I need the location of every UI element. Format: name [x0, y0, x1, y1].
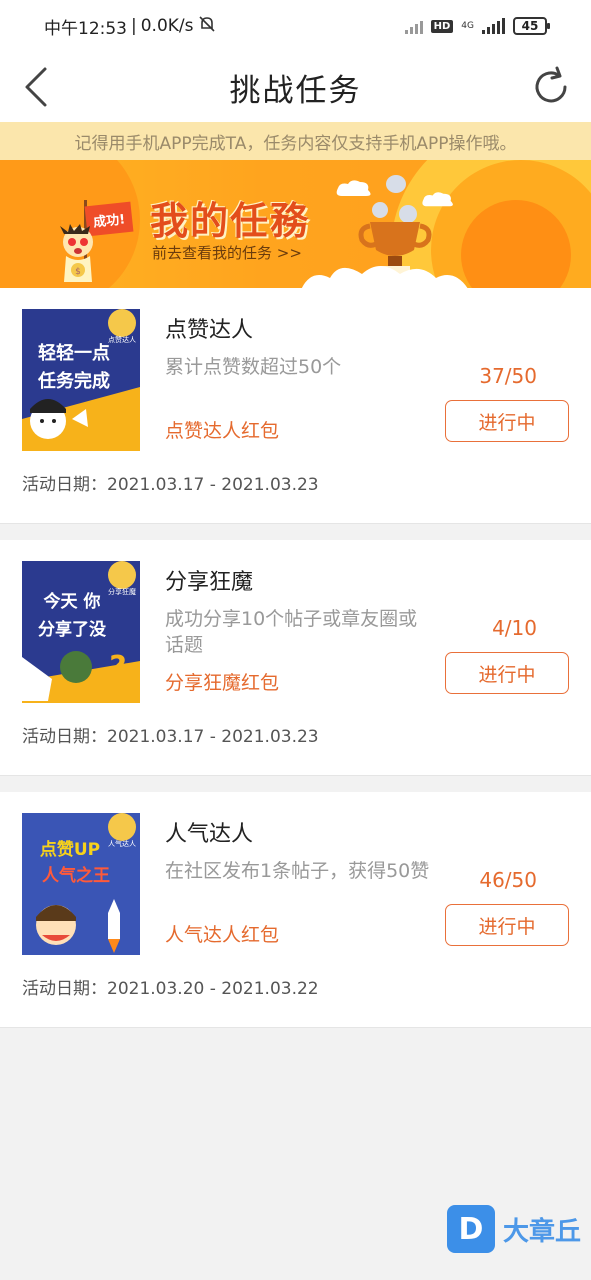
signal-strong-icon: [482, 18, 505, 34]
page-title: 挑战任务: [229, 72, 362, 109]
thumb-line1: 轻轻一点: [38, 342, 110, 364]
signal-icon: [404, 18, 423, 34]
task-status-button[interactable]: 进行中: [445, 904, 569, 946]
status-left: 中午12:53 | 0.0K/s: [44, 14, 216, 39]
task-list: 点赞达人 轻轻一点 任务完成 点赞达人 累计点赞数超过50个 点赞达人红包 37…: [0, 288, 591, 1028]
my-tasks-banner[interactable]: 成功! $ 我的任務 前去查看我的任务 >>: [0, 160, 591, 288]
task-thumbnail: 分享狂魔 今天 你 分享了没 ?: [22, 561, 140, 703]
cartoon-character-icon: $: [60, 224, 93, 282]
thumb-line1: 今天 你: [44, 591, 101, 612]
task-progress: 37/50: [479, 364, 537, 388]
banner-link[interactable]: 前去查看我的任务 >>: [152, 242, 302, 263]
task-thumbnail: 人气达人 点赞UP 人气之王: [22, 813, 140, 955]
task-description: 成功分享10个帖子或章友圈或话题: [165, 608, 418, 656]
status-bar: 中午12:53 | 0.0K/s HD 4G 45: [0, 0, 591, 52]
thumb-line2: 人气之王: [42, 865, 110, 886]
task-thumbnail: 点赞达人 轻轻一点 任务完成: [22, 309, 140, 451]
task-reward: 分享狂魔红包: [165, 672, 280, 694]
task-card: 分享狂魔 今天 你 分享了没 ? 分享狂魔 成功分享10个帖子或章友圈或话题 分…: [0, 540, 591, 776]
hd-badge: HD: [430, 19, 454, 33]
watermark-text: 大章丘: [502, 1216, 581, 1247]
thumb-line2: 分享了没: [38, 619, 107, 640]
task-title: 点赞达人: [165, 318, 254, 343]
task-status-button[interactable]: 进行中: [445, 400, 569, 442]
thumb-badge: 人气达人: [108, 839, 136, 848]
task-description: 在社区发布1条帖子，获得50赞: [165, 860, 430, 882]
task-description: 累计点赞数超过50个: [165, 356, 342, 378]
task-reward: 人气达人红包: [165, 924, 280, 946]
thumb-badge: 分享狂魔: [108, 587, 136, 596]
status-speed: 0.0K/s: [140, 16, 194, 36]
thumb-line1: 点赞UP: [40, 839, 100, 860]
banner-title: 我的任務: [150, 199, 311, 243]
task-card: 人气达人 点赞UP 人气之王 人气达人 在社区发布1条帖子，获得50赞 人气达人…: [0, 792, 591, 1028]
status-time: 中午12:53: [44, 18, 127, 39]
task-title: 分享狂魔: [165, 570, 254, 595]
cloud-icon: [301, 266, 468, 288]
task-title: 人气达人: [165, 822, 254, 847]
watermark-logo: D: [446, 1205, 495, 1253]
task-progress: 4/10: [492, 616, 537, 640]
back-button[interactable]: [16, 64, 56, 110]
nav-bar: 挑战任务: [0, 52, 591, 122]
task-date: 活动日期：2021.03.17 - 2021.03.23: [22, 475, 319, 495]
cloud-icon: [422, 192, 453, 207]
task-thumbnail-art: 点赞达人 轻轻一点 任务完成: [22, 309, 140, 451]
svg-text:$: $: [75, 267, 81, 277]
task-date: 活动日期：2021.03.20 - 2021.03.22: [22, 979, 319, 999]
watermark: D 大章丘: [446, 1205, 581, 1253]
thumb-line2: 任务完成: [37, 370, 110, 392]
task-status-button[interactable]: 进行中: [445, 652, 569, 694]
svg-text:?: ?: [109, 650, 126, 685]
status-divider: |: [131, 16, 137, 36]
status-right: HD 4G 45: [404, 17, 550, 35]
cloud-icon: [336, 180, 371, 196]
task-date: 活动日期：2021.03.17 - 2021.03.23: [22, 727, 319, 747]
task-thumbnail-art: 人气达人 点赞UP 人气之王: [22, 813, 140, 955]
task-reward: 点赞达人红包: [165, 420, 280, 442]
task-card: 点赞达人 轻轻一点 任务完成 点赞达人 累计点赞数超过50个 点赞达人红包 37…: [0, 288, 591, 524]
task-progress: 46/50: [479, 868, 537, 892]
thumb-badge: 点赞达人: [108, 335, 136, 344]
chevron-left-icon: [25, 67, 47, 107]
refresh-icon: [535, 66, 567, 103]
task-thumbnail-art: 分享狂魔 今天 你 分享了没 ?: [22, 561, 140, 703]
battery-icon: 45: [513, 17, 550, 35]
mute-icon: [198, 15, 216, 38]
network-type: 4G: [461, 20, 474, 31]
notice-banner: 记得用手机APP完成TA，任务内容仅支持手机APP操作哦。: [0, 122, 591, 160]
refresh-button[interactable]: [529, 65, 573, 109]
